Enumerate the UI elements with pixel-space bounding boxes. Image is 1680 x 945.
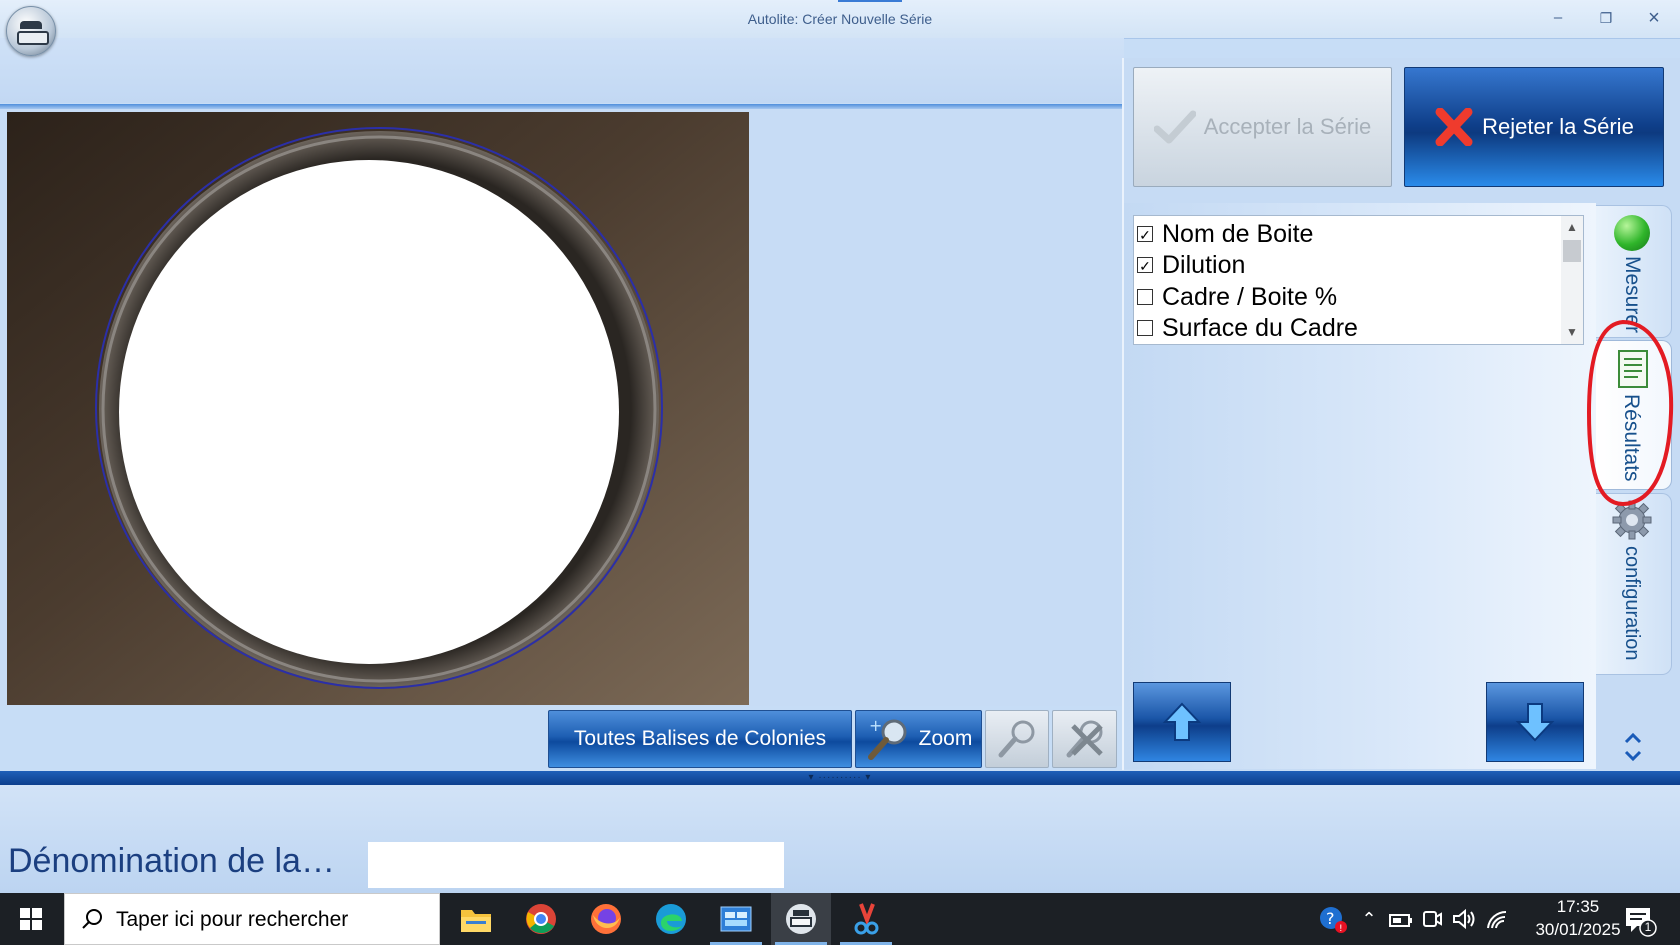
taskbar-app-chrome[interactable] xyxy=(511,893,571,945)
column-checklist[interactable]: ✓ Nom de Boite ✓ Dilution Cadre / Boite … xyxy=(1133,215,1584,345)
column-item-dilution[interactable]: ✓ Dilution xyxy=(1134,250,1245,280)
notification-count-badge: 1 xyxy=(1644,920,1652,934)
arrow-down-icon xyxy=(1515,703,1555,742)
column-item-frame-ratio[interactable]: Cadre / Boite % xyxy=(1134,282,1337,312)
zoom-cancel-icon xyxy=(1066,720,1103,758)
autolite-icon xyxy=(786,904,816,934)
chrome-icon xyxy=(526,904,556,934)
all-colony-tags-button[interactable]: Toutes Balises de Colonies xyxy=(548,710,852,768)
scroll-down-arrow-icon[interactable]: ▼ xyxy=(1561,324,1583,340)
svg-text:!: ! xyxy=(1339,924,1343,934)
checkmark-icon xyxy=(1153,110,1196,144)
ribbon xyxy=(0,38,1124,103)
petri-dish-image[interactable] xyxy=(7,112,749,705)
taskbar-app-autolite[interactable] xyxy=(771,893,831,945)
taskbar-app-control-panel[interactable] xyxy=(706,893,766,945)
zoom-out-button[interactable] xyxy=(985,710,1049,768)
move-up-button[interactable] xyxy=(1133,682,1231,762)
svg-text:+: + xyxy=(869,717,882,735)
snipping-tool-icon xyxy=(854,903,879,935)
clock-time[interactable]: 17:35 xyxy=(1534,897,1622,917)
close-button[interactable]: × xyxy=(1644,8,1664,28)
column-item-label: Dilution xyxy=(1162,250,1246,279)
tab-configuration-label: configuration xyxy=(1621,546,1643,661)
gear-icon xyxy=(1612,500,1652,540)
edge-icon xyxy=(656,904,686,934)
windows-logo-icon xyxy=(20,908,42,930)
move-down-button[interactable] xyxy=(1486,682,1584,762)
search-placeholder: Taper ici pour rechercher xyxy=(116,908,349,931)
reject-series-button[interactable]: Rejeter la Série xyxy=(1404,67,1664,187)
checkbox-dilution[interactable]: ✓ xyxy=(1137,257,1153,274)
app-logo-icon[interactable] xyxy=(6,6,56,56)
volume-icon[interactable] xyxy=(1452,908,1476,930)
taskbar-app-file-explorer[interactable] xyxy=(446,893,506,945)
accept-series-button[interactable]: Accepter la Série xyxy=(1133,67,1392,187)
window-title: Autolite: Créer Nouvelle Série xyxy=(747,11,933,27)
start-button[interactable] xyxy=(0,893,62,945)
wifi-icon[interactable] xyxy=(1485,908,1509,930)
taskbar-app-firefox[interactable] xyxy=(576,893,636,945)
results-document-icon xyxy=(1618,350,1648,388)
checkbox-frame-ratio[interactable] xyxy=(1137,289,1153,305)
zoom-icon: + xyxy=(867,717,907,760)
help-alert-icon[interactable]: ? ! xyxy=(1318,905,1348,935)
zoom-reset-button[interactable] xyxy=(1052,710,1117,768)
arrow-up-icon xyxy=(1162,702,1202,741)
clock-date[interactable]: 30/01/2025 xyxy=(1516,920,1640,940)
column-item-label: Surface du Cadre xyxy=(1162,313,1358,342)
column-item-box-name[interactable]: ✓ Nom de Boite xyxy=(1134,219,1313,249)
magnifier-icon xyxy=(998,720,1035,758)
green-status-icon xyxy=(1614,215,1650,251)
battery-icon[interactable] xyxy=(1389,910,1413,930)
column-item-label: Cadre / Boite % xyxy=(1162,282,1338,311)
tab-results-label: Résultats xyxy=(1620,394,1643,482)
firefox-icon xyxy=(591,904,621,934)
zoom-label: Zoom xyxy=(918,727,973,750)
folder-icon xyxy=(461,910,491,932)
minimize-button[interactable]: – xyxy=(1548,8,1568,28)
meet-now-icon[interactable] xyxy=(1421,908,1443,930)
checkbox-box-name[interactable]: ✓ xyxy=(1137,226,1153,243)
tray-overflow-chevron-icon[interactable]: ⌃ xyxy=(1358,906,1380,932)
scroll-up-arrow-icon[interactable]: ▲ xyxy=(1561,219,1583,235)
taskbar-app-snipping-tool[interactable] xyxy=(836,893,896,945)
red-x-icon xyxy=(1435,108,1473,146)
control-panel-icon xyxy=(720,906,752,932)
checkbox-frame-area[interactable] xyxy=(1137,320,1153,336)
search-icon xyxy=(82,909,102,929)
list-scrollbar-thumb[interactable] xyxy=(1563,240,1581,262)
denomination-label: Dénomination de la… xyxy=(8,842,335,880)
zoom-button[interactable]: + Zoom xyxy=(855,710,982,768)
title-accent-line xyxy=(838,0,902,2)
column-item-label: Nom de Boite xyxy=(1162,219,1314,248)
splitter-grip-icon[interactable]: ▾ ·········· ▾ xyxy=(790,772,890,784)
svg-text:?: ? xyxy=(1326,909,1335,928)
restore-button[interactable]: ❐ xyxy=(1596,8,1616,28)
column-item-frame-area[interactable]: Surface du Cadre xyxy=(1134,313,1358,343)
denomination-input[interactable] xyxy=(368,842,784,888)
tab-measure-label: Mesurer xyxy=(1621,256,1644,334)
expand-arrows-icon[interactable] xyxy=(1624,732,1642,762)
taskbar-app-edge[interactable] xyxy=(641,893,701,945)
reject-series-label: Rejeter la Série xyxy=(1482,114,1634,139)
accept-series-label: Accepter la Série xyxy=(1203,114,1372,139)
